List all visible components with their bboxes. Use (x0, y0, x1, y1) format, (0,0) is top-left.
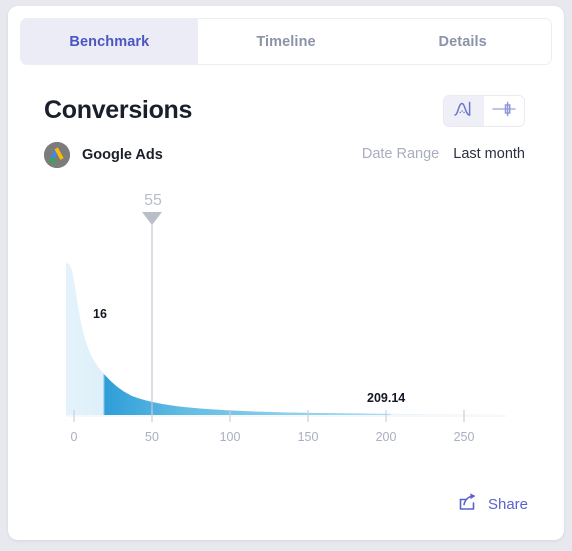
distribution-area (66, 263, 500, 415)
share-button[interactable]: Share (457, 492, 528, 517)
tab-benchmark-label: Benchmark (69, 33, 150, 50)
tab-benchmark[interactable]: Benchmark (21, 19, 198, 64)
x-tick-label-50: 50 (145, 430, 159, 444)
x-tick-label-250: 250 (453, 430, 475, 444)
benchmark-marker-label: 55 (144, 192, 162, 209)
page-title: Conversions (44, 96, 193, 124)
distribution-chart (66, 212, 506, 422)
date-range-value: Last month (453, 146, 525, 162)
benchmark-card: Benchmark Timeline Details Conversions G… (8, 6, 564, 540)
share-icon (457, 492, 479, 517)
x-tick-label-150: 150 (297, 430, 319, 444)
x-tick-label-200: 200 (375, 430, 397, 444)
lower-bound-label: 16 (93, 307, 107, 321)
date-range-control[interactable]: Date Range Last month (362, 146, 525, 162)
tab-timeline[interactable]: Timeline (197, 19, 375, 64)
box-plot-icon (491, 100, 517, 123)
benchmark-marker-triangle (142, 212, 162, 225)
x-tick-label-0: 0 (70, 430, 78, 444)
boxplot-view-button[interactable] (484, 96, 524, 126)
google-ads-icon (44, 142, 70, 168)
chart-view-toggle (443, 95, 525, 127)
tab-bar: Benchmark Timeline Details (20, 18, 552, 65)
tab-timeline-label: Timeline (256, 33, 316, 50)
tab-details-label: Details (438, 33, 487, 50)
share-label: Share (487, 496, 528, 513)
distribution-curve-icon (453, 100, 475, 123)
data-source-row: Google Ads (44, 142, 163, 168)
x-tick-label-100: 100 (219, 430, 241, 444)
tab-details[interactable]: Details (374, 19, 551, 64)
upper-bound-label: 209.14 (367, 391, 406, 405)
x-axis-ticks (73, 410, 465, 422)
distribution-view-button[interactable] (444, 96, 484, 126)
data-source-label: Google Ads (82, 147, 163, 163)
date-range-label: Date Range (361, 146, 440, 162)
